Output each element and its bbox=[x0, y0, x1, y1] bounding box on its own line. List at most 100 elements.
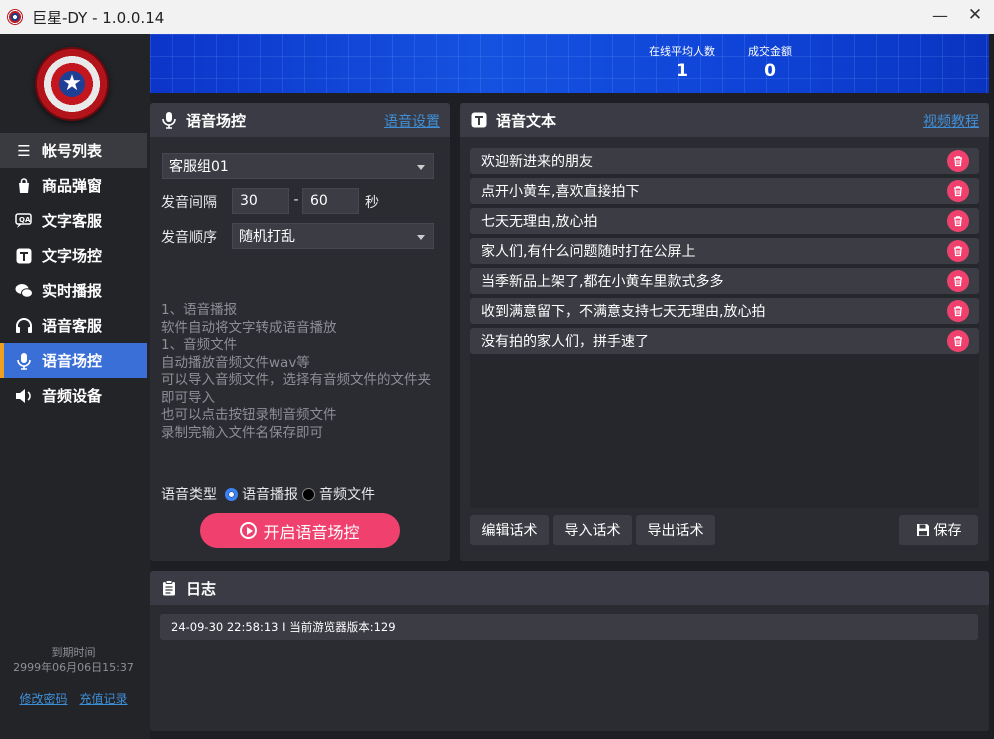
description-line: 可以导入音频文件，选择有音频文件的文件夹即可导入 bbox=[161, 372, 431, 406]
list-item[interactable]: 七天无理由,放心拍 bbox=[470, 208, 979, 234]
order-value: 随机打乱 bbox=[239, 229, 295, 245]
interval-max-input[interactable]: 60 bbox=[302, 188, 359, 214]
list-item[interactable]: 欢迎新进来的朋友 bbox=[470, 148, 979, 174]
sidebar-nav: ☰ 帐号列表 商品弹窗 QA 文字客服 文字场控 实时播报 语音客服 语音场控 … bbox=[0, 133, 147, 413]
trash-icon bbox=[954, 336, 962, 347]
interval-min-input[interactable]: 30 bbox=[232, 188, 289, 214]
sidebar-item-product-popup[interactable]: 商品弹窗 bbox=[0, 168, 147, 203]
sidebar: ★ ☰ 帐号列表 商品弹窗 QA 文字客服 文字场控 实时播报 语音客服 语音场… bbox=[0, 34, 150, 739]
clipboard-icon bbox=[160, 579, 178, 597]
sidebar-item-label: 语音场控 bbox=[42, 352, 103, 370]
voice-type-tts-radio[interactable] bbox=[225, 487, 238, 501]
expire-info: 到期时间 2999年06月06日15:37 bbox=[0, 645, 147, 675]
voice-text-header: 语音文本 视频教程 bbox=[460, 103, 989, 137]
delete-button[interactable] bbox=[947, 270, 969, 292]
sidebar-item-label: 音频设备 bbox=[42, 387, 103, 405]
delete-button[interactable] bbox=[947, 300, 969, 322]
order-label: 发音顺序 bbox=[161, 230, 217, 246]
trash-icon bbox=[954, 246, 962, 257]
order-select[interactable]: 随机打乱 bbox=[232, 223, 434, 249]
chevron-down-icon bbox=[417, 235, 425, 240]
chevron-down-icon bbox=[417, 165, 425, 170]
delete-button[interactable] bbox=[947, 240, 969, 262]
list-item[interactable]: 点开小黄车,喜欢直接拍下 bbox=[470, 178, 979, 204]
description-line: 1、音频文件 bbox=[161, 337, 238, 353]
list-item[interactable]: 当季新品上架了,都在小黄车里款式多多 bbox=[470, 268, 979, 294]
online-average-value: 1 bbox=[676, 61, 688, 81]
sidebar-item-text-control[interactable]: 文字场控 bbox=[0, 238, 147, 273]
trash-icon bbox=[954, 306, 962, 317]
list-item[interactable]: 收到满意留下，不满意支持七天无理由,放心拍 bbox=[470, 298, 979, 324]
sidebar-item-live-broadcast[interactable]: 实时播报 bbox=[0, 273, 147, 308]
microphone-icon bbox=[14, 351, 34, 371]
expire-value: 2999年06月06日15:37 bbox=[13, 661, 134, 674]
expire-label: 到期时间 bbox=[51, 646, 96, 659]
sidebar-item-voice-service[interactable]: 语音客服 bbox=[0, 308, 147, 343]
voice-type-file-label[interactable]: 音频文件 bbox=[319, 484, 375, 504]
service-group-value: 客服组01 bbox=[169, 159, 229, 175]
minimize-button[interactable]: — bbox=[920, 0, 960, 30]
delete-button[interactable] bbox=[947, 210, 969, 232]
voice-text-panel: 语音文本 视频教程 欢迎新进来的朋友 点开小黄车,喜欢直接拍下 七天无理由,放心… bbox=[460, 103, 989, 561]
export-script-button[interactable]: 导出话术 bbox=[636, 515, 715, 545]
usage-description: 1、语音播报 软件自动将文字转成语音播放 1、音频文件 自动播放音频文件wav等… bbox=[161, 302, 443, 442]
description-line: 录制完输入文件名保存即可 bbox=[161, 424, 323, 441]
deal-amount-stat: 成交金额 0 bbox=[740, 43, 800, 81]
sidebar-item-label: 实时播报 bbox=[42, 282, 103, 300]
floppy-disk-icon bbox=[916, 524, 929, 536]
deal-amount-value: 0 bbox=[764, 61, 776, 81]
voice-text-list: 欢迎新进来的朋友 点开小黄车,喜欢直接拍下 七天无理由,放心拍 家人们,有什么问… bbox=[470, 148, 979, 508]
list-item-text: 收到满意留下，不满意支持七天无理由,放心拍 bbox=[481, 304, 766, 320]
sidebar-item-label: 文字客服 bbox=[42, 212, 103, 230]
delete-button[interactable] bbox=[947, 150, 969, 172]
list-item-text: 家人们,有什么问题随时打在公屏上 bbox=[481, 244, 696, 260]
log-entry: 24-09-30 22:58:13 I 当前游览器版本:129 bbox=[160, 614, 978, 640]
trash-icon bbox=[954, 186, 962, 197]
change-password-link[interactable]: 修改密码 bbox=[19, 690, 67, 707]
sidebar-item-label: 商品弹窗 bbox=[42, 177, 103, 195]
sidebar-item-voice-control[interactable]: 语音场控 bbox=[0, 343, 147, 378]
close-button[interactable]: ✕ bbox=[955, 0, 994, 30]
save-button[interactable]: 保存 bbox=[899, 515, 978, 545]
sidebar-item-label: 语音客服 bbox=[42, 317, 103, 335]
play-circle-icon bbox=[240, 522, 258, 539]
import-script-button[interactable]: 导入话术 bbox=[553, 515, 632, 545]
interval-label: 发音间隔 bbox=[161, 195, 217, 211]
captain-shield-logo: ★ bbox=[35, 47, 109, 121]
sidebar-item-label: 帐号列表 bbox=[42, 142, 103, 160]
recharge-record-link[interactable]: 充值记录 bbox=[80, 690, 128, 707]
list-item-text: 七天无理由,放心拍 bbox=[481, 214, 598, 230]
banner-grid-decoration bbox=[150, 34, 989, 93]
list-item[interactable]: 家人们,有什么问题随时打在公屏上 bbox=[470, 238, 979, 264]
start-voice-control-button[interactable]: 开启语音场控 bbox=[200, 513, 400, 548]
shopping-bag-icon bbox=[14, 176, 34, 196]
description-line: 1、语音播报 bbox=[161, 302, 238, 318]
service-group-select[interactable]: 客服组01 bbox=[162, 153, 434, 179]
sidebar-item-text-service[interactable]: QA 文字客服 bbox=[0, 203, 147, 238]
deal-amount-label: 成交金额 bbox=[748, 45, 792, 58]
sidebar-item-account-list[interactable]: ☰ 帐号列表 bbox=[0, 133, 147, 168]
svg-text:QA: QA bbox=[19, 216, 31, 224]
delete-button[interactable] bbox=[947, 180, 969, 202]
voice-type-file-radio[interactable] bbox=[302, 487, 315, 501]
voice-type-label: 语音类型 bbox=[161, 487, 217, 503]
voice-settings-link[interactable]: 语音设置 bbox=[384, 111, 440, 131]
list-item-text: 点开小黄车,喜欢直接拍下 bbox=[481, 184, 640, 200]
text-t-icon bbox=[470, 111, 488, 129]
start-button-label: 开启语音场控 bbox=[263, 522, 360, 542]
description-line: 软件自动将文字转成语音播放 bbox=[161, 319, 337, 336]
voice-type-tts-label[interactable]: 语音播报 bbox=[242, 484, 298, 504]
log-panel: 日志 24-09-30 22:58:13 I 当前游览器版本:129 bbox=[150, 571, 989, 731]
sidebar-item-audio-device[interactable]: 音频设备 bbox=[0, 378, 147, 413]
title-bar: 巨星-DY - 1.0.0.14 — ✕ bbox=[0, 0, 994, 34]
list-item[interactable]: 没有拍的家人们，拼手速了 bbox=[470, 328, 979, 354]
list-icon: ☰ bbox=[17, 141, 31, 160]
panel-title: 日志 bbox=[186, 579, 217, 598]
interval-separator: - bbox=[293, 192, 299, 208]
video-tutorial-link[interactable]: 视频教程 bbox=[923, 111, 979, 131]
edit-script-button[interactable]: 编辑话术 bbox=[470, 515, 549, 545]
microphone-icon bbox=[160, 111, 178, 129]
delete-button[interactable] bbox=[947, 330, 969, 352]
voice-control-header: 语音场控 语音设置 bbox=[150, 103, 450, 137]
qa-chat-icon: QA bbox=[14, 211, 34, 231]
